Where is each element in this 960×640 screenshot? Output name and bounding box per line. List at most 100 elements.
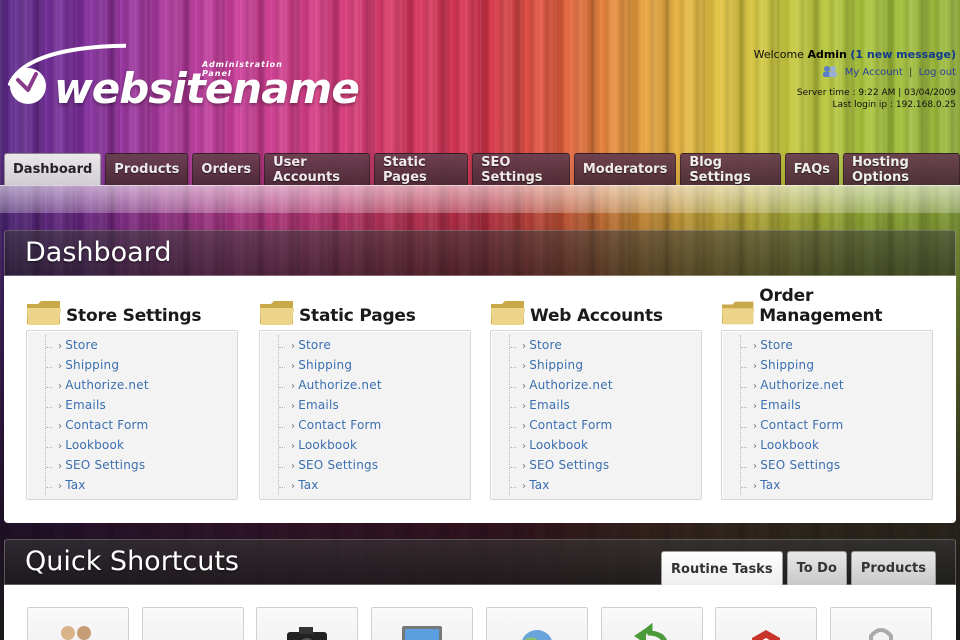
link-label: Tax (760, 478, 781, 492)
list-item-link[interactable]: › Tax (510, 475, 701, 495)
link-list-box: › Store › Shipping › Authorize.net › Emails › Con… (490, 330, 702, 500)
welcome-prefix: Welcome (753, 48, 804, 61)
new-message-link[interactable]: (1 new message) (850, 48, 956, 61)
chevron-right-icon: › (522, 361, 527, 372)
chevron-right-icon: › (753, 361, 758, 372)
chevron-right-icon: › (753, 481, 758, 492)
site-logo[interactable]: Administration Panel websitename (6, 40, 360, 120)
list-item-link[interactable]: › Emails (741, 395, 932, 415)
list-item-link[interactable]: › Shipping (279, 355, 470, 375)
tab-static-pages[interactable]: Static Pages (373, 153, 469, 185)
column-web-accounts: Web Accounts › Store › Shipping › Authorize.ne… (490, 296, 702, 500)
list-item-link[interactable]: › Shipping (46, 355, 237, 375)
list-item-link[interactable]: › Authorize.net (46, 375, 237, 395)
tab-blog-settings[interactable]: Blog Settings (680, 153, 781, 185)
shortcut-lock[interactable] (830, 607, 932, 640)
link-label: Authorize.net (760, 378, 844, 392)
tab-orders[interactable]: Orders (192, 153, 261, 185)
list-item-link[interactable]: › Lookbook (741, 435, 932, 455)
chevron-right-icon: › (291, 341, 296, 352)
chevron-right-icon: › (58, 481, 63, 492)
tab-products-shortcuts[interactable]: Products (850, 551, 936, 585)
link-list-box: › Store › Shipping › Authorize.net › Emails › Con… (26, 330, 238, 500)
chevron-right-icon: › (753, 341, 758, 352)
shortcut-camera[interactable] (256, 607, 358, 640)
list-item-link[interactable]: › Lookbook (279, 435, 470, 455)
list-item-link[interactable]: › Tax (279, 475, 470, 495)
tab-user-accounts[interactable]: User Accounts (264, 153, 370, 185)
list-item-link[interactable]: › Emails (279, 395, 470, 415)
logout-link[interactable]: Log out (919, 67, 956, 78)
chevron-right-icon: › (291, 421, 296, 432)
column-title: Store Settings (66, 306, 202, 326)
shortcut-globe[interactable] (486, 607, 588, 640)
list-item-link[interactable]: › SEO Settings (279, 455, 470, 475)
tab-moderators[interactable]: Moderators (573, 153, 677, 185)
tab-products[interactable]: Products (105, 153, 189, 185)
list-item-link[interactable]: › Authorize.net (510, 375, 701, 395)
link-label: SEO Settings (760, 458, 841, 472)
list-item-link[interactable]: › Shipping (741, 355, 932, 375)
list-item-link[interactable]: › Authorize.net (741, 375, 932, 395)
link-list: › Store › Shipping › Authorize.net › Emails › Con… (278, 335, 470, 495)
link-label: Store (65, 338, 98, 352)
list-item-link[interactable]: › Contact Form (46, 415, 237, 435)
tab-routine-tasks[interactable]: Routine Tasks (661, 551, 783, 586)
username: Admin (807, 48, 847, 61)
list-item-link[interactable]: › SEO Settings (510, 455, 701, 475)
shortcut-monitor[interactable] (371, 607, 473, 640)
list-item-link[interactable]: › Contact Form (741, 415, 932, 435)
tab-seo-settings[interactable]: SEO Settings (472, 153, 570, 185)
list-item-link[interactable]: › Store (46, 335, 237, 355)
link-label: Shipping (760, 358, 815, 372)
monitor-icon (402, 626, 442, 640)
list-item-link[interactable]: › Authorize.net (279, 375, 470, 395)
tab-to-do[interactable]: To Do (786, 551, 847, 585)
my-account-link[interactable]: My Account (845, 67, 903, 78)
link-list: › Store › Shipping › Authorize.net › Emails › Con… (740, 335, 932, 495)
shortcut-refresh[interactable] (601, 607, 703, 640)
link-label: Shipping (529, 358, 584, 372)
list-item-link[interactable]: › Shipping (510, 355, 701, 375)
list-item-link[interactable]: › Tax (741, 475, 932, 495)
list-item-link[interactable]: › Store (741, 335, 932, 355)
list-item-link[interactable]: › Store (279, 335, 470, 355)
chevron-right-icon: › (291, 481, 296, 492)
link-label: Lookbook (65, 438, 125, 452)
list-item-link[interactable]: › Store (510, 335, 701, 355)
chevron-right-icon: › (522, 421, 527, 432)
list-item-link[interactable]: › Tax (46, 475, 237, 495)
chevron-right-icon: › (522, 341, 527, 352)
shortcut-users[interactable] (27, 607, 129, 640)
list-item-link[interactable]: › Emails (510, 395, 701, 415)
column-order-management: Order Management › Store › Shipping › Authoriz… (721, 286, 933, 500)
server-time: Server time : 9:22 AM | 03/04/2009 (796, 88, 956, 98)
tab-dashboard[interactable]: Dashboard (4, 153, 102, 185)
link-label: Store (529, 338, 562, 352)
list-item-link[interactable]: › SEO Settings (46, 455, 237, 475)
dashboard-header: Dashboard (4, 230, 956, 276)
link-label: SEO Settings (298, 458, 379, 472)
column-heading: Web Accounts (490, 296, 702, 326)
link-label: Store (298, 338, 331, 352)
list-item-link[interactable]: › Lookbook (510, 435, 701, 455)
dashboard-title: Dashboard (25, 237, 172, 268)
shortcut-folder[interactable] (142, 607, 244, 640)
list-item-link[interactable]: › Contact Form (279, 415, 470, 435)
list-item-link[interactable]: › Lookbook (46, 435, 237, 455)
list-item-link[interactable]: › Emails (46, 395, 237, 415)
chevron-right-icon: › (291, 361, 296, 372)
chevron-right-icon: › (291, 381, 296, 392)
link-list: › Store › Shipping › Authorize.net › Emails › Con… (45, 335, 237, 495)
link-label: Shipping (65, 358, 120, 372)
quick-tabs: Routine Tasks To Do Products (661, 551, 936, 586)
list-item-link[interactable]: › Contact Form (510, 415, 701, 435)
link-list-box: › Store › Shipping › Authorize.net › Emails › Con… (259, 330, 471, 500)
chevron-right-icon: › (753, 441, 758, 452)
shortcut-hexagon[interactable] (715, 607, 817, 640)
tab-hosting-options[interactable]: Hosting Options (843, 153, 960, 185)
link-label: Emails (529, 398, 570, 412)
tab-faqs[interactable]: FAQs (784, 153, 839, 185)
column-heading: Static Pages (259, 296, 471, 326)
list-item-link[interactable]: › SEO Settings (741, 455, 932, 475)
